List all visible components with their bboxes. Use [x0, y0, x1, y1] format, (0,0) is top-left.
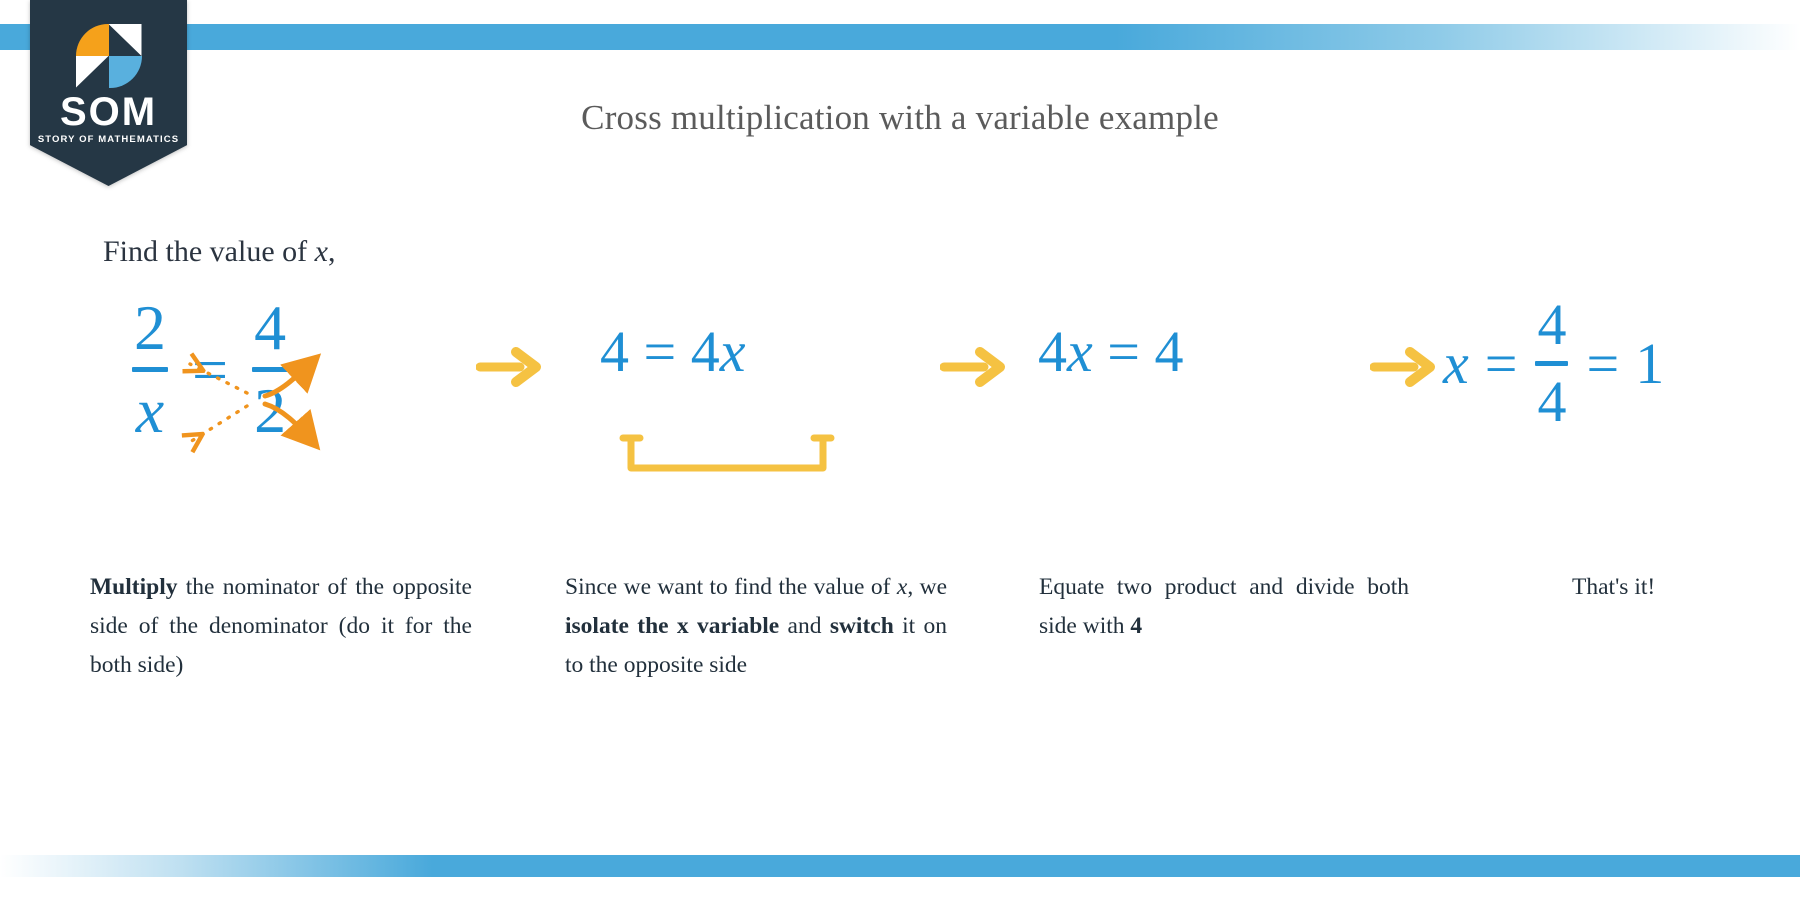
step1-left-fraction-bar [132, 367, 168, 372]
caption-segment: switch [829, 613, 894, 639]
step1-left-fraction: 2 x [130, 296, 170, 443]
caption-segment: , we [907, 574, 947, 600]
caption-segment: That's it! [1572, 574, 1656, 600]
caption-segment: Equate two product and divide both side … [1039, 574, 1409, 639]
transition-arrow-2-icon [940, 347, 1005, 387]
prompt-suffix: , [327, 235, 336, 268]
caption-step-2: Since we want to find the value of x, we… [565, 568, 947, 685]
step1-left-numerator: 2 [134, 292, 166, 363]
monogram-top-left-quarter [75, 24, 109, 56]
monogram-top-right-triangle [108, 24, 142, 56]
bottom-decorative-bar [0, 855, 1800, 877]
problem-prompt: Find the value of x, [103, 235, 335, 269]
underbrace-highlight-icon [619, 434, 835, 472]
equation-step-3: 4x = 4 [1038, 318, 1183, 385]
caption-segment: and [779, 613, 830, 639]
equation-step-4: x = 4 4 = 1 [1443, 296, 1664, 431]
step4-fraction: 4 4 [1533, 296, 1570, 431]
caption-segment: x [896, 574, 908, 600]
step1-left-denominator: x [135, 375, 165, 446]
step2-equals-sign: = [643, 319, 677, 384]
step1-right-numerator: 4 [254, 292, 287, 363]
transition-arrow-1-icon [476, 347, 541, 387]
step2-rhs-variable: x [719, 319, 746, 384]
top-decorative-bar [0, 24, 1800, 50]
monogram-bottom-left-triangle [75, 56, 109, 88]
step2-lhs: 4 [600, 319, 629, 384]
page-title: Cross multiplication with a variable exa… [581, 98, 1219, 137]
caption-segment: isolate the x variable [565, 613, 780, 639]
caption-segment: 4 [1130, 613, 1143, 639]
equation-sequence: 2 x = 4 2 4 = 4x 4x = 4 x = 4 4 = 1 [0, 296, 1800, 486]
transition-arrow-3-icon [1370, 347, 1435, 387]
step1-right-fraction: 4 2 [250, 296, 290, 443]
step1-right-fraction-bar [252, 367, 289, 372]
caption-step-4: That's it! [1572, 568, 1792, 607]
equation-step-2: 4 = 4x [600, 318, 745, 385]
caption-segment: Since we want to find the value of [565, 574, 897, 600]
caption-step-3: Equate two product and divide both side … [1039, 568, 1409, 646]
equation-step-1: 2 x = 4 2 [130, 296, 290, 443]
step4-fraction-bar [1535, 361, 1569, 366]
step4-equals-sign-2: = [1586, 331, 1620, 396]
step4-equals-sign-1: = [1484, 331, 1518, 396]
prompt-variable: x [314, 235, 328, 268]
caption-segment: Multiply [90, 574, 178, 600]
step4-denominator: 4 [1537, 369, 1567, 434]
prompt-prefix: Find the value of [103, 235, 315, 268]
brand-logo: SOM STORY OF MATHEMATICS [30, 0, 187, 186]
step3-lhs-coefficient: 4 [1038, 319, 1067, 384]
step3-equals-sign: = [1107, 319, 1140, 384]
step1-equals-sign: = [192, 333, 229, 405]
step4-numerator: 4 [1537, 292, 1567, 357]
step1-right-denominator: 2 [254, 375, 287, 446]
som-monogram-icon [75, 24, 142, 88]
step2-rhs-coefficient: 4 [690, 319, 720, 384]
step3-lhs-variable: x [1067, 319, 1093, 384]
step3-rhs: 4 [1154, 319, 1184, 384]
step4-variable: x [1443, 331, 1469, 396]
monogram-bottom-right-quarter [108, 56, 142, 88]
step4-result: 1 [1635, 331, 1665, 396]
caption-step-1: Multiply the nominator of the opposite s… [90, 568, 472, 685]
